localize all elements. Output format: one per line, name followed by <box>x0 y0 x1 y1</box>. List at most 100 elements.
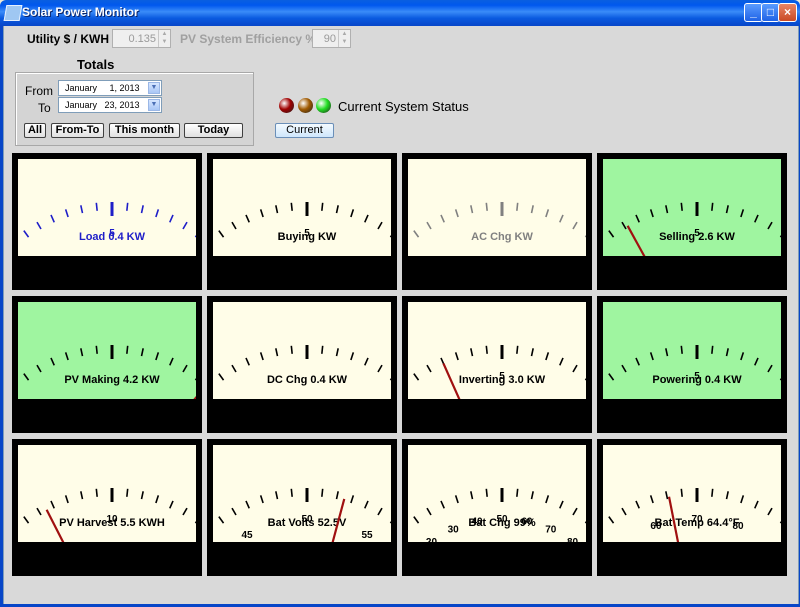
gauge-tick <box>95 488 98 497</box>
spin-up-icon[interactable]: ▲ <box>339 30 350 38</box>
spin-down-icon[interactable]: ▼ <box>159 38 170 46</box>
maximize-icon: □ <box>766 5 775 19</box>
efficiency-spinner[interactable]: ▲▼ <box>312 29 351 48</box>
gauge-label: DC Chg 0.4 KW <box>267 374 348 386</box>
gauge-tick <box>516 345 519 354</box>
gauge-face: 0510Inverting 3.0 KW <box>408 302 586 399</box>
utility-rate-input[interactable] <box>113 30 160 47</box>
gauge-tick <box>290 345 293 354</box>
gauge-face: 05DC Chg 0.4 KW <box>213 302 391 399</box>
gauge-tick <box>516 202 519 211</box>
from-date-picker[interactable]: January 1, 2013 ▼ <box>58 80 162 96</box>
gauge-powering-04: 0510Powering 0.4 KW <box>597 296 787 433</box>
gauge-face: 4045505560Bat Volts 52.5V <box>213 445 391 542</box>
app-icon <box>3 5 23 21</box>
gauge-label: Powering 0.4 KW <box>652 374 742 386</box>
gauge-tick-label: 70 <box>545 524 557 535</box>
gauge-bat-volts: 4045505560Bat Volts 52.5V <box>207 439 397 576</box>
from-label: From <box>25 84 53 98</box>
status-led-red <box>279 98 294 113</box>
gauge-face: 0510Powering 0.4 KW <box>603 302 781 399</box>
gauge-tick <box>126 488 129 497</box>
gauge-tick <box>95 345 98 354</box>
gauge-face: 0510Buying KW <box>213 159 391 256</box>
efficiency-arrows[interactable]: ▲ ▼ <box>338 30 350 47</box>
gauge-tick <box>680 202 683 211</box>
gauge-pv-harvest: 01020PV Harvest 5.5 KWH <box>12 439 202 576</box>
gauge-face: 01020PV Harvest 5.5 KWH <box>18 445 196 542</box>
this-month-button[interactable]: This month <box>109 123 180 138</box>
gauge-pv-making: 05PV Making 4.2 KW <box>12 296 202 433</box>
gauge-label: Bat Temp 64.4°F <box>655 517 740 529</box>
efficiency-label: PV System Efficiency % <box>180 32 317 46</box>
gauge-tick <box>680 488 683 497</box>
from-to-button[interactable]: From-To <box>51 123 104 138</box>
gauge-tick <box>321 202 324 211</box>
window-title: Solar Power Monitor <box>22 5 139 19</box>
gauge-tick <box>290 202 293 211</box>
gauge-tick <box>290 488 293 497</box>
to-date-value: January 23, 2013 <box>65 100 140 110</box>
gauge-label: Bat Volts 52.5V <box>268 517 347 529</box>
minimize-icon: _ <box>750 5 757 19</box>
gauge-label: Bat Chg 99% <box>468 517 535 529</box>
gauge-tick <box>711 488 714 497</box>
utility-rate-spinner[interactable]: ▲▼ <box>112 29 171 48</box>
gauge-tick-label: 45 <box>241 530 253 541</box>
gauge-tick <box>485 202 488 211</box>
close-icon: × <box>783 5 791 19</box>
gauge-label: Selling 2.6 KW <box>659 231 735 243</box>
efficiency-input[interactable] <box>313 30 340 47</box>
gauge-tick <box>711 345 714 354</box>
gauge-tick <box>321 345 324 354</box>
from-date-value: January 1, 2013 <box>65 83 140 93</box>
title-bar[interactable]: Solar Power Monitor _ □ × <box>0 0 800 26</box>
gauge-ac-chg: 05AC Chg KW <box>402 153 592 290</box>
gauge-selling-26: 0510Selling 2.6 KW <box>597 153 787 290</box>
gauge-label: PV Making 4.2 KW <box>64 374 160 386</box>
utility-rate-arrows[interactable]: ▲ ▼ <box>158 30 170 47</box>
dropdown-arrow-icon[interactable]: ▼ <box>148 99 160 111</box>
gauge-tick-label: 55 <box>361 530 373 541</box>
to-date-picker[interactable]: January 23, 2013 ▼ <box>58 97 162 113</box>
current-button[interactable]: Current <box>275 123 334 138</box>
gauge-label: AC Chg KW <box>471 231 533 243</box>
gauge-face: 05AC Chg KW <box>408 159 586 256</box>
gauge-label: Buying KW <box>278 231 337 243</box>
gauge-tick <box>485 488 488 497</box>
gauge-tick <box>126 345 129 354</box>
system-status-label: Current System Status <box>338 99 469 114</box>
gauge-tick-label: 80 <box>567 537 579 542</box>
gauge-buying-kw: 0510Buying KW <box>207 153 397 290</box>
close-button[interactable]: × <box>778 3 797 22</box>
gauge-face: 405060708090100Bat Temp 64.4°F <box>603 445 781 542</box>
dropdown-arrow-icon[interactable]: ▼ <box>148 82 160 94</box>
gauge-tick-label: 30 <box>448 524 460 535</box>
gauge-face: 0510Load 0.4 KW <box>18 159 196 256</box>
gauge-face: 05PV Making 4.2 KW <box>18 302 196 399</box>
gauge-tick-label: 20 <box>426 537 438 542</box>
today-button[interactable]: Today <box>184 123 243 138</box>
to-label: To <box>38 101 51 115</box>
gauge-face: 0102030405060708090100Bat Chg 99% <box>408 445 586 542</box>
spin-down-icon[interactable]: ▼ <box>339 38 350 46</box>
gauge-label: PV Harvest 5.5 KWH <box>59 517 165 529</box>
gauge-load-04: 0510Load 0.4 KW <box>12 153 202 290</box>
status-led-green <box>316 98 331 113</box>
gauge-inverting-30: 0510Inverting 3.0 KW <box>402 296 592 433</box>
status-led-amber <box>298 98 313 113</box>
utility-rate-label: Utility $ / KWH <box>27 32 110 46</box>
gauge-dc-chg: 05DC Chg 0.4 KW <box>207 296 397 433</box>
totals-title: Totals <box>77 57 115 72</box>
gauge-tick <box>680 345 683 354</box>
gauge-bat-chg: 0102030405060708090100Bat Chg 99% <box>402 439 592 576</box>
spin-up-icon[interactable]: ▲ <box>159 30 170 38</box>
gauge-bat-temp: 405060708090100Bat Temp 64.4°F <box>597 439 787 576</box>
gauge-tick <box>485 345 488 354</box>
gauge-tick <box>95 202 98 211</box>
all-button[interactable]: All <box>24 123 46 138</box>
gauge-label: Inverting 3.0 KW <box>459 374 546 386</box>
gauge-tick <box>126 202 129 211</box>
gauge-tick <box>516 488 519 497</box>
gauge-tick <box>321 488 324 497</box>
